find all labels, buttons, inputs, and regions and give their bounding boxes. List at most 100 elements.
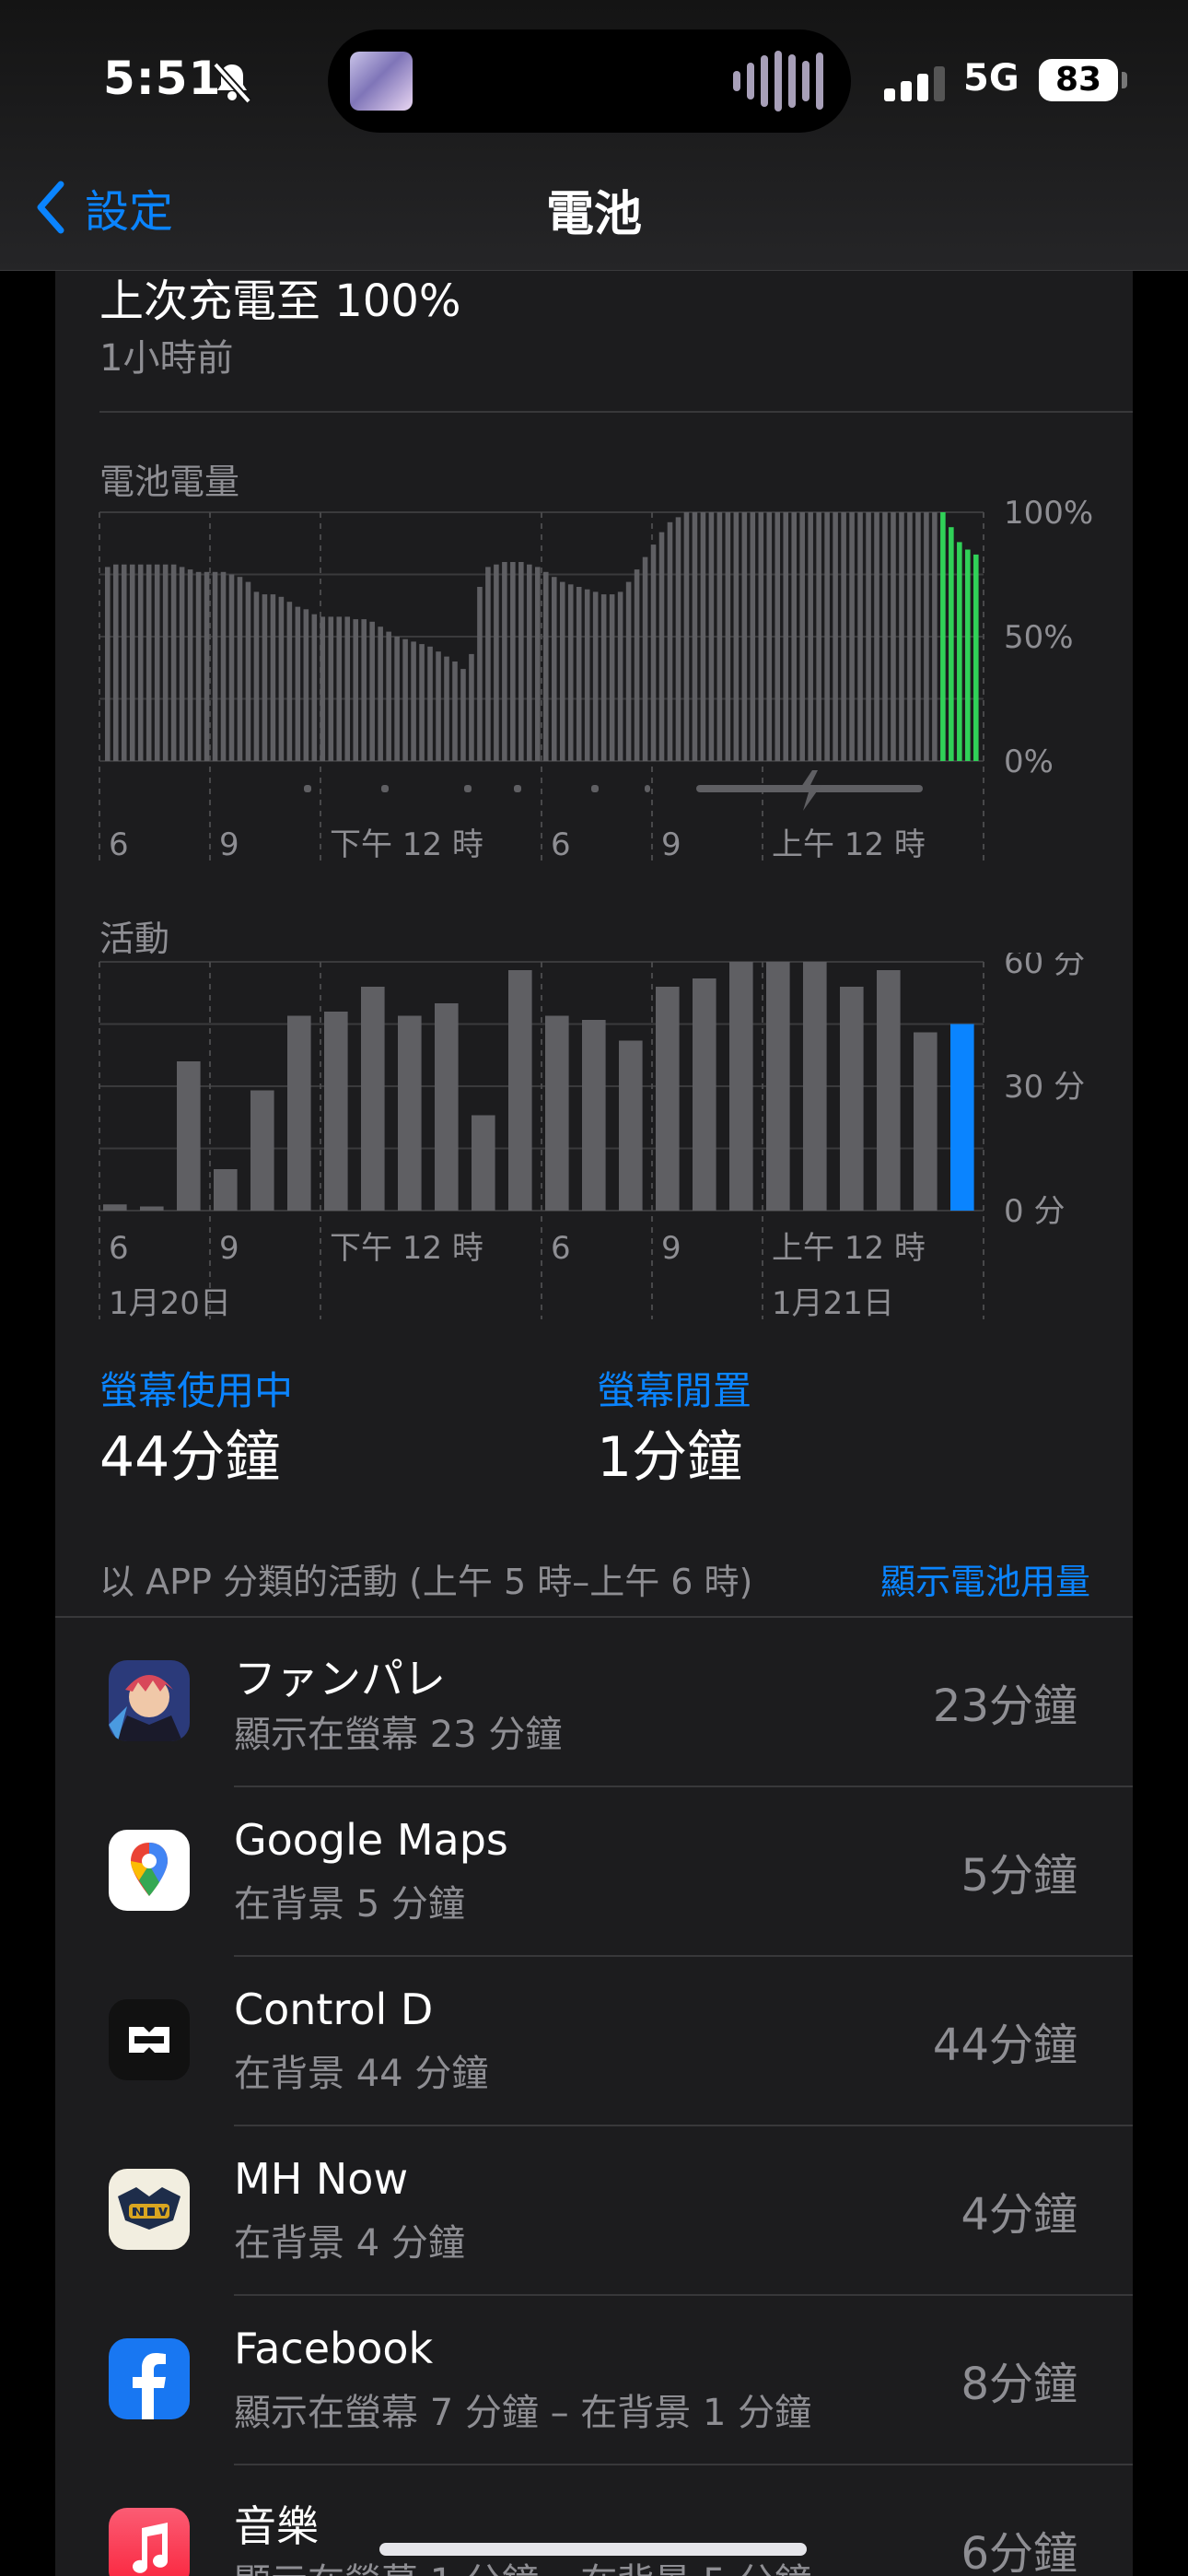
y-tick-label: 0% [1004,744,1054,780]
show-battery-usage-link[interactable]: 顯示電池用量 [880,1553,1090,1604]
battery-bar [775,512,781,761]
battery-bar [891,512,896,761]
battery-bar [816,512,821,761]
app-row-fanpare[interactable]: ファンパレ 顯示在螢幕 23 分鐘 23分鐘 [55,1618,1133,1787]
app-name: Facebook [234,2324,434,2373]
battery-bar [584,589,590,761]
battery-bar [899,512,904,761]
battery-bar [700,512,706,761]
activity-bar [693,978,716,1211]
battery-level-chart[interactable]: 100% 50% 0% 6 9 下午 12 時 6 9 上午 12 時 [55,271,1133,879]
charging-indicator [591,785,599,792]
battery-bar [683,512,690,761]
app-detail: 顯示在螢幕 7 分鐘 – 在背景 1 分鐘 [234,2392,812,2434]
activity-bar [914,1032,938,1211]
app-duration: 5分鐘 [961,1850,1077,1902]
battery-bar [436,651,441,761]
battery-bar [253,591,260,761]
battery-bar [857,512,863,761]
battery-bar [600,594,607,761]
app-duration: 23分鐘 [932,1680,1077,1732]
battery-bar [237,577,243,761]
activity-bar [729,962,753,1211]
app-row-mh-now[interactable]: MH Now 在背景 4 分鐘 4分鐘 [55,2126,1133,2296]
status-time: 5:51 [103,52,222,105]
activity-chart[interactable]: 60 分 30 分 0 分 6 9 下午 12 時 6 9 上午 12 時 1月20日 1月21日 [55,953,1133,1340]
battery-bar [427,646,433,761]
bell-slash-icon [213,62,251,104]
battery-bar [419,644,425,761]
battery-bar [518,562,524,761]
battery-bar [452,662,458,761]
app-name: 音樂 [234,2501,319,2551]
battery-bar [477,587,483,761]
app-duration: 8分鐘 [961,2359,1077,2410]
battery-bar [866,512,871,761]
battery-bar [750,512,756,761]
activity-bar [361,987,385,1211]
app-name: Control D [234,1985,434,2034]
battery-bar [725,512,731,761]
battery-bar [262,594,268,761]
dynamic-island[interactable] [328,29,851,133]
activity-bar [950,1024,974,1211]
y-tick-label: 50% [1004,619,1074,656]
y-tick-label: 30 分 [1004,1069,1085,1106]
app-detail: 顯示在螢幕 23 分鐘 [234,1714,563,1756]
battery-bar [137,564,144,761]
battery-bar [286,602,293,761]
battery-bar [650,544,657,761]
activity-bar [214,1169,238,1211]
battery-bar [940,512,946,761]
battery-bar [741,512,748,761]
screen-idle-value: 1分鐘 [597,1425,743,1490]
x-tick-label: 6 [109,1230,129,1267]
activity-bar [287,1015,311,1211]
battery-bar [228,574,235,761]
app-duration: 44分鐘 [932,2020,1077,2071]
battery-bar [973,554,979,761]
apps-header-title: 以 APP 分類的活動 (上午 5 時–上午 6 時) [99,1562,753,1602]
battery-bar [494,564,499,761]
battery-icon: 83 [1039,59,1118,101]
charging-indicator [304,785,311,792]
battery-bar [708,512,715,761]
now-playing-artwork [350,52,413,111]
battery-tip [1122,72,1127,88]
app-row-control-d[interactable]: Control D 在背景 44 分鐘 44分鐘 [55,1957,1133,2126]
battery-bar [270,594,276,761]
battery-bar [758,512,764,761]
x-tick-label: 9 [219,1230,239,1267]
battery-bar [411,641,416,761]
app-row-facebook[interactable]: Facebook 顯示在螢幕 7 分鐘 – 在背景 1 分鐘 8分鐘 [55,2296,1133,2465]
battery-bar [617,591,623,761]
x-tick-label: 6 [551,826,571,863]
battery-bar [303,609,309,761]
charging-indicator [514,785,521,792]
battery-bar [658,532,665,761]
app-row-google-maps[interactable]: Google Maps 在背景 5 分鐘 5分鐘 [55,1787,1133,1957]
y-tick-label: 0 分 [1004,1193,1065,1230]
battery-bar [195,571,202,761]
battery-bar [849,512,855,761]
audio-waveform-icon [733,50,823,112]
home-indicator[interactable] [379,2543,807,2556]
battery-bar [212,571,218,761]
battery-bar [386,631,391,761]
x-tick-label: 上午 12 時 [772,826,926,863]
app-detail: 在背景 5 分鐘 [234,1883,465,1926]
battery-bar [378,626,383,761]
battery-bar [112,564,119,761]
battery-bar [915,512,921,761]
battery-bar [328,616,334,761]
x-tick-label: 下午 12 時 [330,826,483,863]
battery-bar [121,564,127,761]
apps-header: 以 APP 分類的活動 (上午 5 時–上午 6 時) 顯示電池用量 [99,1553,1090,1604]
battery-bar [932,512,938,761]
app-row-music[interactable]: 音樂 顯示在螢幕 1 分鐘 – 在背景 5 分鐘 6分鐘 [55,2465,1133,2576]
battery-bar [824,512,830,761]
battery-bar [146,564,152,761]
activity-bar [103,1204,127,1211]
battery-bar [154,564,160,761]
mh-now-app-icon [109,2169,190,2250]
